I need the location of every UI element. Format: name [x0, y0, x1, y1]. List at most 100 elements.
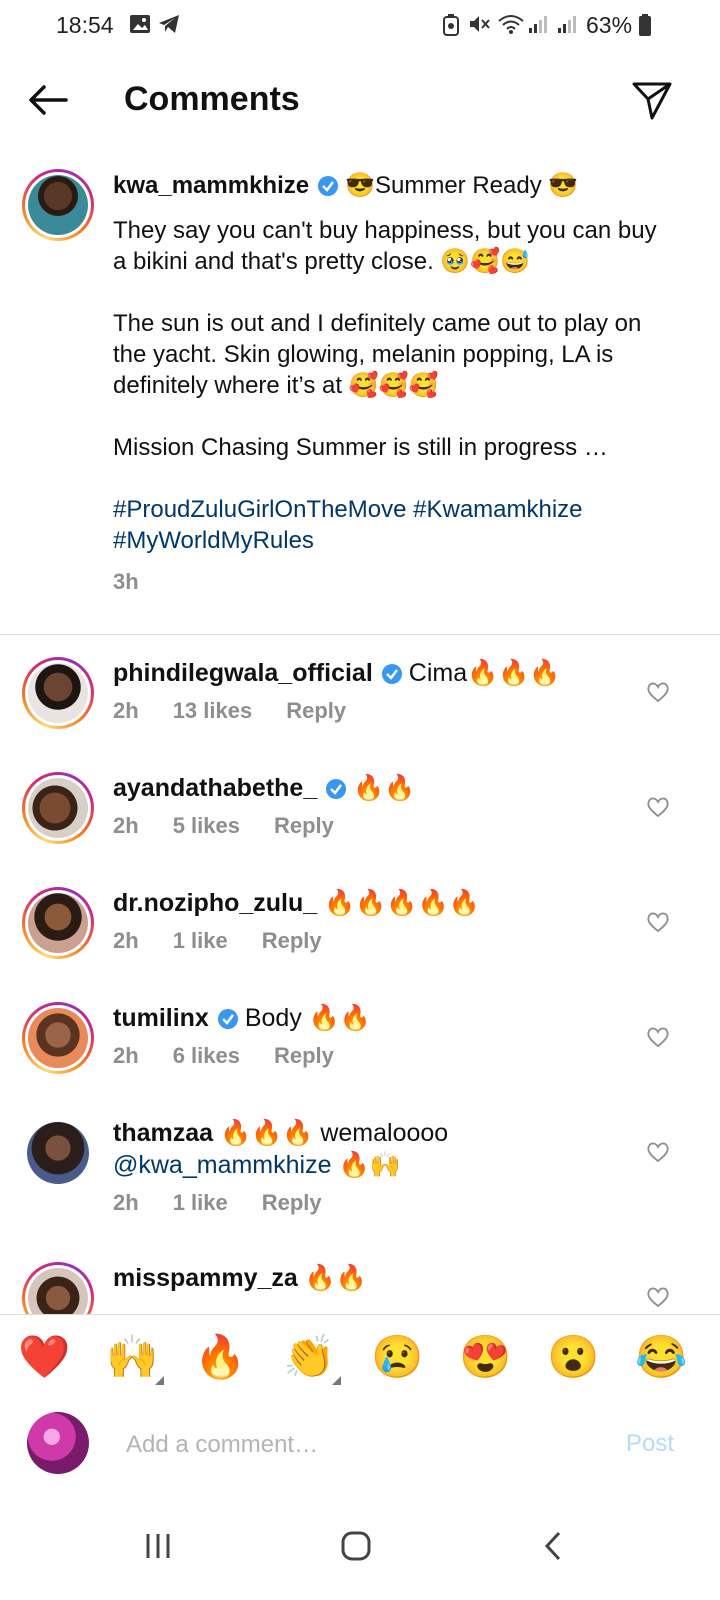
system-nav-bar: [0, 1490, 720, 1600]
comment-username[interactable]: misspammy_za: [113, 1264, 298, 1292]
comment-input[interactable]: [124, 1426, 588, 1464]
caption-hashtags[interactable]: #ProudZuluGirlOnTheMove #Kwamamkhize #My…: [113, 494, 673, 556]
comment-likes[interactable]: 1 like: [173, 925, 228, 957]
comment-item: misspammy_za 🔥🔥: [0, 1262, 720, 1314]
page-title: Comments: [124, 80, 300, 118]
comment-time: 2h: [113, 1190, 139, 1215]
comment-text: Cima🔥🔥🔥: [408, 659, 561, 687]
status-time: 18:54: [56, 12, 114, 38]
emoji-quick-bar: ❤️ 🙌 🔥 👏 😢 😍 😮 😂: [0, 1314, 720, 1402]
comment-text: Body 🔥🔥: [244, 1004, 372, 1032]
data-saver-icon: [442, 13, 460, 43]
heart-icon[interactable]: [646, 681, 670, 703]
emoji-surprised-button[interactable]: 😮: [547, 1331, 599, 1383]
heart-icon[interactable]: [646, 1026, 670, 1048]
caption-title: 😎Summer Ready 😎: [345, 172, 579, 199]
avatar[interactable]: [22, 169, 94, 241]
battery-icon: [638, 13, 652, 43]
divider: [0, 634, 720, 635]
comment-text: 🔥🔥🔥 wemaloooo: [220, 1119, 449, 1147]
reply-button[interactable]: Reply: [274, 810, 334, 842]
reply-button[interactable]: Reply: [274, 1040, 334, 1072]
back-button[interactable]: [26, 80, 70, 120]
avatar[interactable]: [22, 772, 94, 844]
comment-item: tumilinx Body 🔥🔥 2h 6 likes Reply: [0, 1002, 720, 1112]
recent-apps-button[interactable]: [128, 1516, 188, 1576]
comment-item: phindilegwala_official Cima🔥🔥🔥 2h 13 likes…: [0, 657, 720, 767]
my-avatar: [27, 1412, 89, 1474]
heart-icon[interactable]: [646, 911, 670, 933]
avatar[interactable]: [22, 1002, 94, 1074]
emoji-clapping-button[interactable]: 👏: [283, 1331, 341, 1385]
comment-text: 🔥🙌: [338, 1151, 401, 1179]
comment-likes[interactable]: 5 likes: [173, 810, 240, 842]
verified-badge-icon: [381, 664, 402, 684]
avatar[interactable]: [22, 887, 94, 959]
avatar[interactable]: [22, 657, 94, 729]
caption-paragraph: Mission Chasing Summer is still in progr…: [113, 434, 608, 461]
comment-mention[interactable]: @kwa_mammkhize: [113, 1151, 331, 1179]
emoji-red-heart-button[interactable]: ❤️: [18, 1331, 70, 1383]
paper-plane-icon: [632, 82, 672, 120]
signal-icon: [556, 13, 578, 41]
caption-time: 3h: [113, 569, 139, 594]
reply-button[interactable]: Reply: [262, 1187, 322, 1219]
emoji-clapping: 👏: [283, 1333, 336, 1380]
emoji-fire-button[interactable]: 🔥: [194, 1331, 246, 1383]
caption-paragraph: The sun is out and I definitely came out…: [113, 310, 642, 399]
comment-item: ayandathabethe_ 🔥🔥 2h 5 likes Reply: [0, 772, 720, 882]
heart-icon[interactable]: [646, 1141, 670, 1163]
heart-icon[interactable]: [646, 796, 670, 818]
home-button[interactable]: [326, 1516, 386, 1576]
skin-tone-indicator-icon: [155, 1376, 164, 1385]
comment-likes[interactable]: 1 like: [173, 1187, 228, 1219]
verified-badge-icon: [326, 779, 347, 799]
comment-text: 🔥🔥: [353, 774, 416, 802]
emoji-crying-button[interactable]: 😢: [371, 1331, 423, 1383]
recent-apps-icon: [146, 1534, 170, 1558]
emoji-raising-hands: 🙌: [106, 1333, 159, 1380]
comment-time: 2h: [113, 813, 139, 838]
avatar[interactable]: [27, 1122, 89, 1184]
reply-button[interactable]: Reply: [286, 695, 346, 727]
back-icon: [544, 1531, 561, 1561]
post-caption: kwa_mammkhize 😎Summer Ready 😎 They say yo…: [113, 170, 673, 597]
comment-composer: Post: [0, 1400, 720, 1490]
share-button[interactable]: [630, 78, 674, 122]
verified-badge-icon: [318, 176, 339, 196]
comment-likes[interactable]: 6 likes: [173, 1040, 240, 1072]
caption-paragraph: They say you can't buy happiness, but yo…: [113, 217, 657, 275]
battery-percent: 63%: [586, 12, 633, 38]
system-back-button[interactable]: [524, 1516, 584, 1576]
emoji-tears-of-joy-button[interactable]: 😂: [635, 1331, 687, 1383]
comment-time: 2h: [113, 698, 139, 723]
home-icon: [341, 1531, 371, 1561]
comment-likes[interactable]: 13 likes: [173, 695, 253, 727]
comment-username[interactable]: tumilinx: [113, 1004, 209, 1032]
gallery-icon: [129, 13, 151, 41]
header: Comments: [0, 62, 720, 138]
comment-text: 🔥🔥: [304, 1264, 368, 1292]
arrow-left-icon: [29, 85, 68, 115]
caption-username[interactable]: kwa_mammkhize: [113, 172, 309, 199]
skin-tone-indicator-icon: [332, 1376, 341, 1385]
comment-text: 🔥🔥🔥🔥🔥: [324, 889, 480, 917]
verified-badge-icon: [217, 1009, 238, 1029]
heart-icon[interactable]: [646, 1286, 670, 1308]
comment-item: thamzaa 🔥🔥🔥 wemaloooo @kwa_mammkhize 🔥🙌 …: [0, 1117, 720, 1257]
reply-button[interactable]: Reply: [262, 925, 322, 957]
comment-username[interactable]: thamzaa: [113, 1119, 213, 1147]
comment-time: 2h: [113, 928, 139, 953]
comment-username[interactable]: ayandathabethe_: [113, 774, 317, 802]
emoji-raising-hands-button[interactable]: 🙌: [106, 1331, 164, 1385]
comment-username[interactable]: dr.nozipho_zulu_: [113, 889, 317, 917]
status-bar: 18:54 63%: [0, 0, 720, 52]
comment-username[interactable]: phindilegwala_official: [113, 659, 373, 687]
avatar[interactable]: [22, 1262, 94, 1314]
post-button[interactable]: Post: [626, 1430, 674, 1458]
emoji-heart-eyes-button[interactable]: 😍: [459, 1331, 511, 1383]
mute-icon: [468, 13, 492, 41]
signal-icon: [527, 13, 549, 41]
telegram-icon: [157, 13, 181, 41]
comment-item: dr.nozipho_zulu_ 🔥🔥🔥🔥🔥 2h 1 like Reply: [0, 887, 720, 997]
